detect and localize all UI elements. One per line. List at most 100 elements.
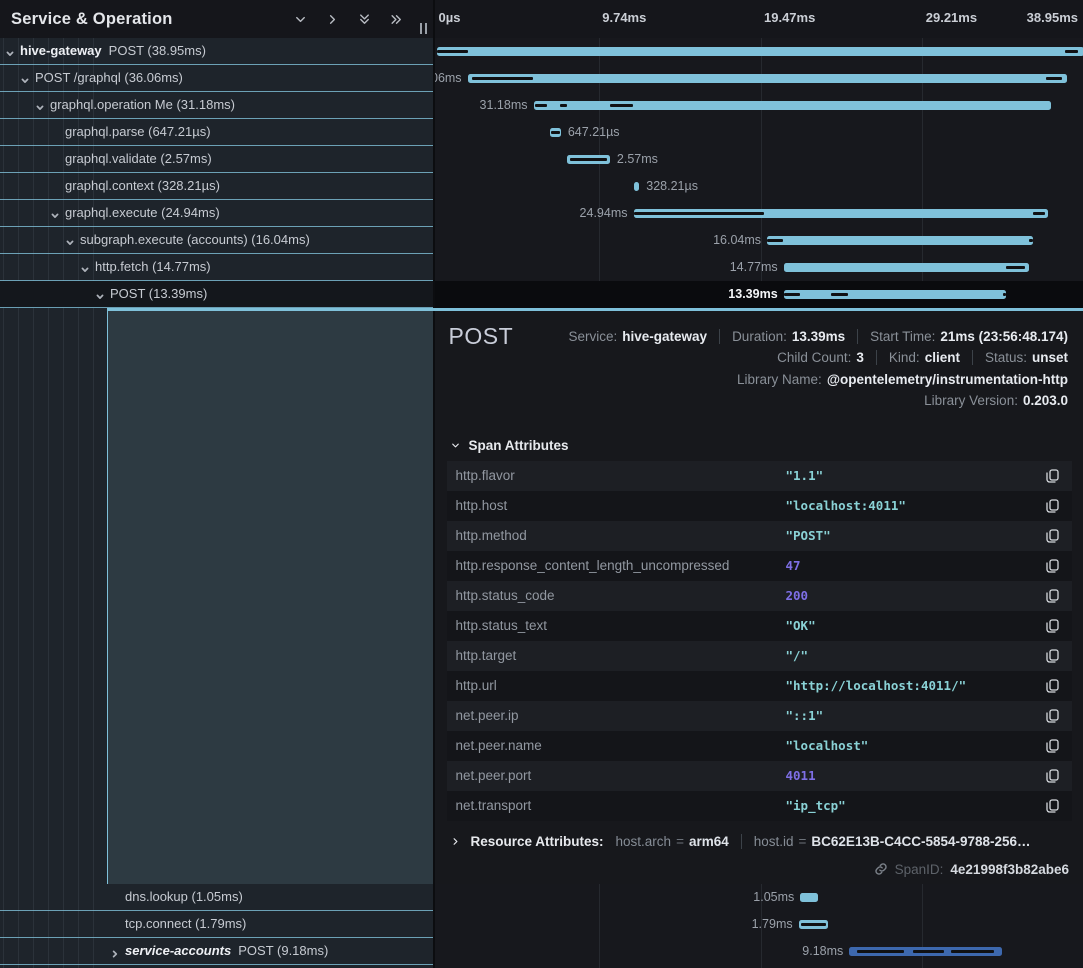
span-duration-bar[interactable] xyxy=(849,947,1001,956)
info-value: unset xyxy=(1032,350,1068,365)
span-tree-row[interactable]: hive-gatewayPOST (38.95ms) xyxy=(0,38,434,65)
span-tree-row[interactable]: graphql.parse (647.21µs) xyxy=(0,119,434,146)
span-attributes-header[interactable]: Span Attributes xyxy=(450,438,569,453)
span-duration-bar[interactable] xyxy=(634,209,1048,218)
span-duration-bar[interactable] xyxy=(800,893,817,902)
span-bar-row[interactable]: 31.18ms xyxy=(435,92,1083,119)
copy-button[interactable] xyxy=(1046,589,1059,603)
copy-button[interactable] xyxy=(1046,649,1059,663)
copy-button[interactable] xyxy=(1046,709,1059,723)
chevron-down-icon[interactable] xyxy=(80,262,90,280)
copy-button[interactable] xyxy=(1046,469,1059,483)
chevron-right-icon[interactable] xyxy=(324,11,340,27)
span-duration-bar[interactable] xyxy=(550,128,561,137)
chevron-down-icon[interactable] xyxy=(95,289,105,307)
span-tree-row[interactable]: dns.lookup (1.05ms) xyxy=(0,884,434,911)
chevron-down-icon[interactable] xyxy=(5,46,15,64)
resource-attributes-row[interactable]: Resource Attributes: host.arch=arm64host… xyxy=(450,834,1072,849)
info-label: Child Count: xyxy=(777,350,851,365)
child-span-segment xyxy=(1006,266,1026,269)
span-id-row: SpanID: 4e21998f3b82abe6 xyxy=(874,862,1069,877)
copy-icon xyxy=(1046,769,1059,783)
span-tree-row[interactable]: subgraph.execute (accounts) (16.04ms) xyxy=(0,227,434,254)
double-chevron-down-icon[interactable] xyxy=(356,11,372,27)
span-tree-row[interactable]: POST (13.39ms) xyxy=(0,281,434,308)
copy-button[interactable] xyxy=(1046,679,1059,693)
panel-resize-handle[interactable] xyxy=(420,23,427,34)
service-name: service-accounts xyxy=(125,943,231,958)
panel-title: Service & Operation xyxy=(11,10,292,29)
chevron-down-icon[interactable] xyxy=(35,100,45,118)
duration-label: 1.05ms xyxy=(753,884,794,911)
child-span-segment xyxy=(551,131,559,134)
span-bar-row[interactable]: 328.21µs xyxy=(435,173,1083,200)
span-duration-bar[interactable] xyxy=(567,155,610,164)
span-duration-bar[interactable] xyxy=(634,182,639,191)
span-tree-row[interactable]: graphql.validate (2.57ms) xyxy=(0,146,434,173)
span-tree-row[interactable]: graphql.context (328.21µs) xyxy=(0,173,434,200)
copy-button[interactable] xyxy=(1046,769,1059,783)
chevron-right-icon[interactable] xyxy=(110,946,120,964)
copy-icon xyxy=(1046,709,1059,723)
span-tree-row[interactable]: graphql.operation Me (31.18ms) xyxy=(0,92,434,119)
copy-button[interactable] xyxy=(1046,739,1059,753)
timeline-tick: 9.74ms xyxy=(602,10,646,25)
span-bar-row[interactable]: 36.06ms xyxy=(435,65,1083,92)
chevron-down-icon[interactable] xyxy=(50,208,60,226)
attribute-row: http.response_content_length_uncompresse… xyxy=(447,551,1072,581)
attribute-row: net.peer.name"localhost" xyxy=(447,731,1072,761)
span-bar-row[interactable]: 24.94ms xyxy=(435,200,1083,227)
attribute-key: http.status_text xyxy=(447,618,786,633)
span-duration-bar[interactable] xyxy=(799,920,829,929)
chevron-down-icon[interactable] xyxy=(65,235,75,253)
span-duration-bar[interactable] xyxy=(767,236,1033,245)
attribute-value: "::1" xyxy=(786,708,1046,723)
span-tree-row[interactable]: tcp.connect (1.79ms) xyxy=(0,911,434,938)
attribute-key: http.host xyxy=(447,498,786,513)
span-duration-bar[interactable] xyxy=(468,74,1067,83)
copy-button[interactable] xyxy=(1046,799,1059,813)
info-value: 3 xyxy=(856,350,864,365)
attribute-key: net.transport xyxy=(447,798,786,813)
span-detail-left-area[interactable] xyxy=(107,310,434,884)
span-tree-row[interactable]: http.fetch (14.77ms) xyxy=(0,254,434,281)
span-bar-row[interactable]: 9.18ms xyxy=(435,938,1083,965)
copy-button[interactable] xyxy=(1046,499,1059,513)
span-tree-row[interactable]: POST /graphql (36.06ms) xyxy=(0,65,434,92)
span-bar-row[interactable]: 14.77ms xyxy=(435,254,1083,281)
span-duration-bar[interactable] xyxy=(534,101,1052,110)
copy-button[interactable] xyxy=(1046,529,1059,543)
span-bar-row[interactable]: 16.04ms xyxy=(435,227,1083,254)
copy-button[interactable] xyxy=(1046,619,1059,633)
link-icon[interactable] xyxy=(874,862,888,876)
span-bar-row[interactable]: 13.39ms xyxy=(435,281,1083,308)
span-duration-bar[interactable] xyxy=(784,290,1006,299)
info-value: 21ms (23:56:48.174) xyxy=(940,329,1068,344)
span-bar-row[interactable]: 1.05ms xyxy=(435,884,1083,911)
span-bar-row[interactable]: 2.57ms xyxy=(435,146,1083,173)
double-chevron-right-icon[interactable] xyxy=(388,11,404,27)
child-span-segment xyxy=(784,293,800,296)
span-tree-row[interactable]: service-accountsPOST (9.18ms) xyxy=(0,938,434,965)
copy-icon xyxy=(1046,679,1059,693)
copy-icon xyxy=(1046,619,1059,633)
resource-equals: = xyxy=(676,834,684,849)
span-bar-row[interactable]: 1.79ms xyxy=(435,911,1083,938)
attribute-row: net.peer.port4011 xyxy=(447,761,1072,791)
info-value: client xyxy=(925,350,960,365)
attribute-row: http.target"/" xyxy=(447,641,1072,671)
span-tree-row[interactable]: graphql.execute (24.94ms) xyxy=(0,200,434,227)
attribute-value: "localhost" xyxy=(786,738,1046,753)
attribute-value: 200 xyxy=(786,588,1046,603)
child-span-segment xyxy=(767,239,783,242)
copy-icon xyxy=(1046,649,1059,663)
span-bar-row[interactable] xyxy=(435,38,1083,65)
span-bar-row[interactable]: 647.21µs xyxy=(435,119,1083,146)
chevron-down-icon[interactable] xyxy=(20,73,30,91)
span-duration-bar[interactable] xyxy=(784,263,1029,272)
copy-button[interactable] xyxy=(1046,559,1059,573)
info-label: Library Version: xyxy=(924,393,1018,408)
span-duration-bar[interactable] xyxy=(437,47,1083,56)
copy-icon xyxy=(1046,529,1059,543)
chevron-down-icon[interactable] xyxy=(292,11,308,27)
